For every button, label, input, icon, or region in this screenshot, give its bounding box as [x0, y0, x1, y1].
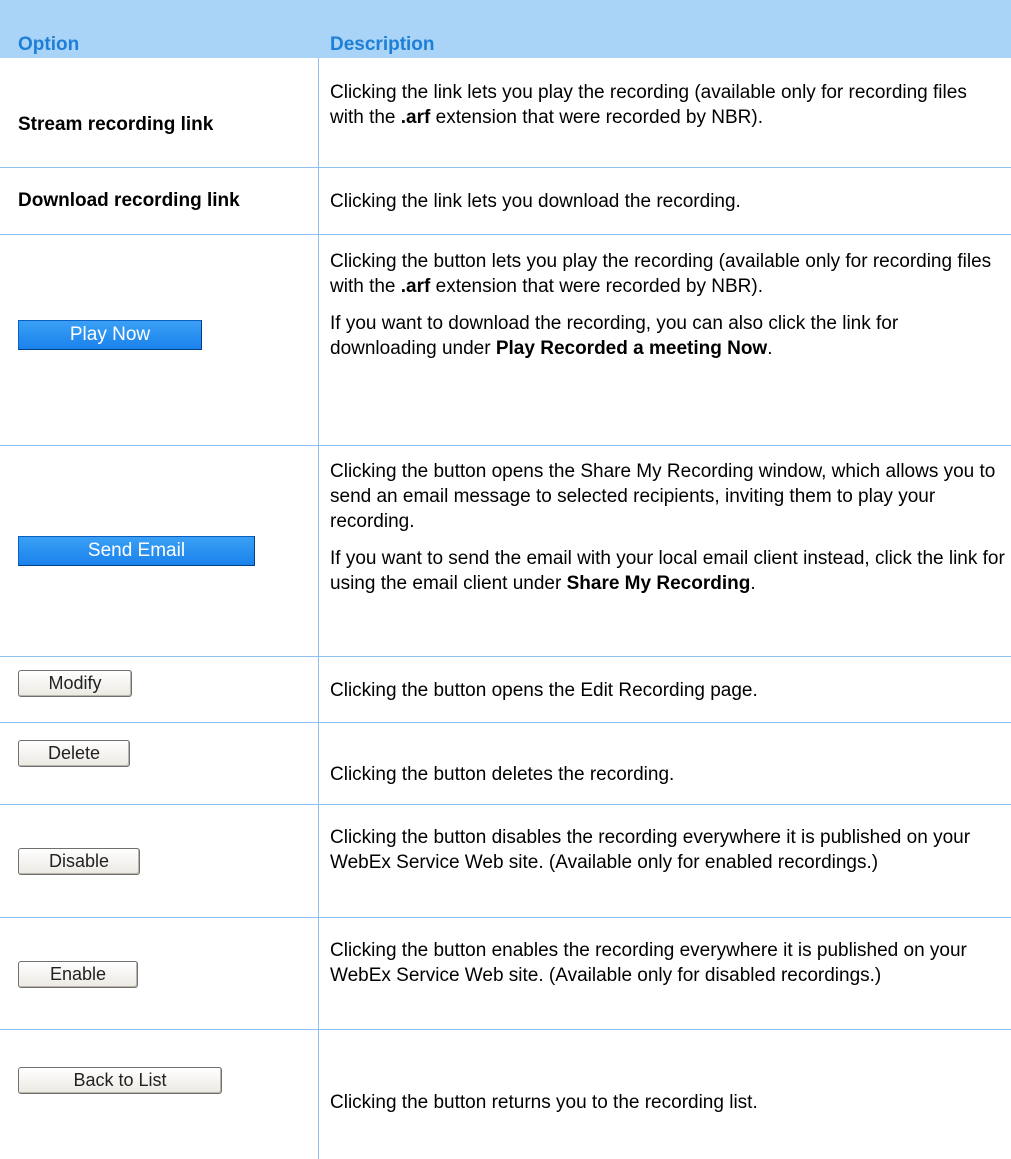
description-paragraph: Clicking the link lets you download the …	[330, 189, 1005, 214]
column-divider	[318, 58, 319, 1159]
option-column-header: Option	[18, 34, 80, 55]
download-recording-link-label: Download recording link	[18, 190, 240, 211]
description-paragraph: If you want to send the email with your …	[330, 546, 1005, 596]
description-paragraph: If you want to download the recording, y…	[330, 311, 1005, 361]
row-description: Clicking the button disables the recordi…	[330, 825, 1005, 875]
row-description: Clicking the button deletes the recordin…	[330, 762, 1005, 787]
row-divider	[0, 167, 1011, 168]
play-now-button[interactable]: Play Now	[18, 320, 202, 350]
description-column-header: Description	[330, 34, 435, 55]
delete-button[interactable]: Delete	[18, 740, 130, 767]
row-description: Clicking the button lets you play the re…	[330, 249, 1005, 361]
enable-button[interactable]: Enable	[18, 961, 138, 988]
description-text: Clicking the button disables the recordi…	[330, 827, 971, 873]
description-text: .	[750, 573, 756, 594]
send-email-button[interactable]: Send Email	[18, 536, 255, 566]
description-paragraph: Clicking the button returns you to the r…	[330, 1090, 1005, 1115]
disable-button[interactable]: Disable	[18, 848, 140, 875]
bold-term: .arf	[400, 107, 431, 128]
description-paragraph: Clicking the button enables the recordin…	[330, 938, 1005, 988]
row-divider	[0, 917, 1011, 918]
description-text: extension that were recorded by NBR).	[430, 276, 764, 297]
row-divider	[0, 804, 1011, 805]
stream-recording-link-label: Stream recording link	[18, 114, 214, 135]
row-description: Clicking the button opens the Edit Recor…	[330, 678, 1005, 703]
description-text: .	[767, 338, 773, 359]
bold-term: Share My Recording	[566, 573, 751, 594]
row-divider	[0, 1029, 1011, 1030]
description-paragraph: Clicking the button opens the Edit Recor…	[330, 678, 1005, 703]
description-text: Clicking the link lets you download the …	[330, 191, 741, 212]
row-description: Clicking the button opens the Share My R…	[330, 459, 1005, 596]
row-description: Clicking the link lets you download the …	[330, 189, 1005, 214]
description-text: Clicking the button opens the Share My R…	[330, 461, 996, 532]
row-description: Clicking the button enables the recordin…	[330, 938, 1005, 988]
bold-term: .arf	[400, 276, 431, 297]
description-paragraph: Clicking the link lets you play the reco…	[330, 80, 1005, 130]
modify-button[interactable]: Modify	[18, 670, 132, 697]
description-paragraph: Clicking the button disables the recordi…	[330, 825, 1005, 875]
table-header: Option Description	[0, 0, 1011, 58]
row-description: Clicking the link lets you play the reco…	[330, 80, 1005, 130]
description-paragraph: Clicking the button lets you play the re…	[330, 249, 1005, 299]
description-text: Clicking the button deletes the recordin…	[330, 764, 675, 785]
description-paragraph: Clicking the button deletes the recordin…	[330, 762, 1005, 787]
description-paragraph: Clicking the button opens the Share My R…	[330, 459, 1005, 534]
back-to-list-button[interactable]: Back to List	[18, 1067, 222, 1094]
bold-term: Play Recorded a meeting Now	[495, 338, 768, 359]
description-text: Clicking the button enables the recordin…	[330, 940, 967, 986]
row-description: Clicking the button returns you to the r…	[330, 1090, 1005, 1115]
description-text: Clicking the button returns you to the r…	[330, 1092, 758, 1113]
row-divider	[0, 234, 1011, 235]
row-divider	[0, 445, 1011, 446]
options-table: Option Description Stream recording link…	[0, 0, 1011, 1159]
row-divider	[0, 722, 1011, 723]
row-divider	[0, 656, 1011, 657]
description-text: extension that were recorded by NBR).	[430, 107, 764, 128]
description-text: Clicking the button opens the Edit Recor…	[330, 680, 758, 701]
